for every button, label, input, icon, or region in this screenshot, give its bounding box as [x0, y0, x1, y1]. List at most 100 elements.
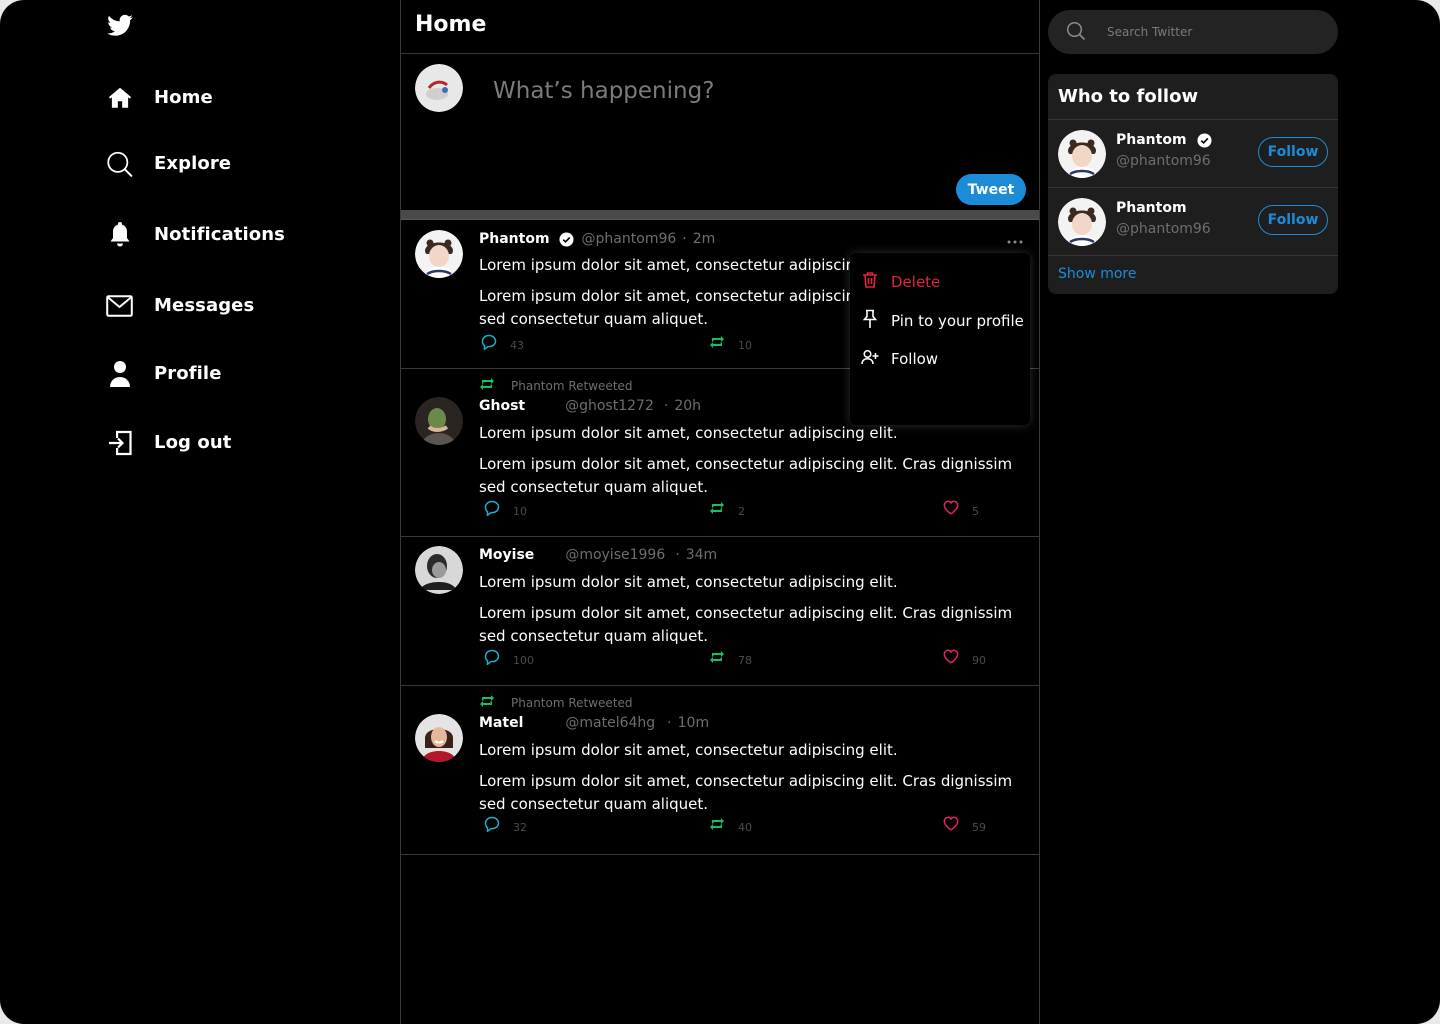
tweet-text: Lorem ipsum dolor sit amet, consectetur …: [479, 256, 898, 274]
reply-count: 10: [513, 504, 527, 518]
heart-icon: [943, 816, 959, 834]
tweet-author-name[interactable]: Ghost: [479, 398, 525, 414]
reply-button[interactable]: 43: [481, 334, 524, 353]
retweet-icon: [479, 376, 495, 395]
account-name-row: Phantom: [1116, 132, 1212, 148]
account-name[interactable]: Phantom: [1116, 200, 1187, 216]
avatar[interactable]: [1058, 198, 1106, 246]
follow-button[interactable]: Follow: [1258, 137, 1328, 167]
tweet-author-name[interactable]: Phantom: [479, 231, 550, 247]
tweet[interactable]: Phantom Retweeted Matel @matel64hg · 10m…: [401, 686, 1039, 855]
reply-button[interactable]: 10: [484, 500, 527, 519]
mail-icon: [106, 292, 133, 319]
account-handle[interactable]: @phantom96: [1116, 221, 1211, 237]
retweet-button[interactable]: 2: [709, 500, 745, 519]
heart-icon: [943, 649, 959, 667]
sidebar-item-home[interactable]: Home: [106, 84, 213, 111]
sidebar-item-logout[interactable]: Log out: [106, 429, 231, 456]
avatar[interactable]: [415, 714, 463, 762]
sidebar-item-label: Log out: [154, 432, 232, 453]
tweet-text: Lorem ipsum dolor sit amet, consectetur …: [479, 604, 1013, 645]
tweet-author-handle[interactable]: @matel64hg: [565, 715, 655, 731]
sidebar-item-messages[interactable]: Messages: [106, 292, 254, 319]
retweeted-by-label[interactable]: Phantom Retweeted: [511, 696, 633, 710]
retweet-count: 78: [738, 653, 752, 667]
tweet-author-handle[interactable]: @ghost1272: [565, 398, 654, 414]
tweet-timestamp[interactable]: 10m: [678, 715, 709, 731]
feed-header: Home: [401, 0, 1039, 54]
tweet-options-menu: Delete Pin to your profile Follow: [850, 253, 1030, 425]
account-name[interactable]: Phantom: [1116, 132, 1187, 148]
compose-input[interactable]: [493, 78, 973, 104]
menu-item-label: Follow: [891, 350, 939, 368]
menu-item-delete[interactable]: Delete: [861, 271, 940, 293]
separator-dot: ·: [675, 547, 680, 563]
tweet-timestamp[interactable]: 20h: [674, 398, 701, 414]
verified-badge-icon: [559, 231, 574, 247]
like-button[interactable]: 59: [943, 816, 986, 834]
like-button[interactable]: 90: [943, 649, 986, 667]
sidebar: Home Explore Notifications Messages Prof: [0, 0, 400, 1024]
retweet-button[interactable]: 78: [709, 649, 752, 668]
tweet-timestamp[interactable]: 2m: [693, 231, 716, 247]
tweet-author-name[interactable]: Moyise: [479, 547, 534, 563]
pin-icon: [861, 309, 879, 333]
sidebar-item-profile[interactable]: Profile: [106, 360, 222, 387]
reply-icon: [484, 500, 500, 519]
tweet-header: Ghost @ghost1272 · 20h: [479, 398, 701, 414]
avatar[interactable]: [415, 397, 463, 445]
avatar[interactable]: [415, 230, 463, 278]
avatar[interactable]: [415, 546, 463, 594]
tweet[interactable]: Moyise @moyise1996 · 34m Lorem ipsum dol…: [401, 537, 1039, 686]
retweet-icon: [709, 500, 725, 519]
more-options-icon[interactable]: [1005, 234, 1025, 248]
retweet-icon: [709, 649, 725, 668]
search-input[interactable]: [1107, 25, 1307, 39]
follow-button[interactable]: Follow: [1258, 205, 1328, 235]
menu-item-pin[interactable]: Pin to your profile: [861, 309, 1024, 333]
tweet-button[interactable]: Tweet: [956, 174, 1026, 205]
person-icon: [106, 360, 133, 387]
account-handle[interactable]: @phantom96: [1116, 153, 1211, 169]
reply-icon: [481, 334, 497, 353]
sidebar-item-notifications[interactable]: Notifications: [106, 221, 285, 248]
tweet-author-handle[interactable]: @phantom96: [582, 231, 677, 247]
show-more-link[interactable]: Show more: [1058, 266, 1137, 282]
retweet-button[interactable]: 40: [709, 816, 752, 835]
tweet-author-name[interactable]: Matel: [479, 715, 523, 731]
like-button[interactable]: 5: [943, 500, 979, 518]
reply-icon: [484, 649, 500, 668]
retweeted-by-label[interactable]: Phantom Retweeted: [511, 379, 633, 393]
reply-icon: [484, 816, 500, 835]
reply-button[interactable]: 32: [484, 816, 527, 835]
retweeted-by-line: Phantom Retweeted: [479, 376, 633, 395]
logout-icon: [106, 429, 133, 456]
account-name-row: Phantom: [1116, 200, 1187, 216]
page-title: Home: [415, 12, 487, 37]
like-count: 90: [972, 653, 986, 667]
tweet-timestamp[interactable]: 34m: [686, 547, 717, 563]
twitter-logo-icon[interactable]: [106, 12, 134, 40]
avatar[interactable]: [415, 64, 463, 112]
retweet-icon: [709, 334, 725, 353]
retweet-count: 10: [738, 338, 752, 352]
tweet-author-handle[interactable]: @moyise1996: [565, 547, 665, 563]
retweet-count: 2: [738, 504, 745, 518]
suggested-account[interactable]: Phantom @phantom96 Follow: [1048, 188, 1338, 256]
tweet-header: Moyise @moyise1996 · 34m: [479, 547, 717, 563]
home-icon: [106, 84, 133, 111]
reply-count: 32: [513, 820, 527, 834]
sidebar-item-explore[interactable]: Explore: [106, 150, 231, 177]
tweet-header: Phantom @phantom96 · 2m: [479, 231, 715, 247]
menu-item-label: Delete: [891, 273, 941, 291]
tweet-composer: Tweet: [401, 54, 1039, 210]
menu-item-follow[interactable]: Follow: [861, 349, 938, 369]
reply-count: 43: [510, 338, 524, 352]
tweet-text: Lorem ipsum dolor sit amet, consectetur …: [479, 741, 898, 759]
avatar[interactable]: [1058, 130, 1106, 178]
tweet-text: Lorem ipsum dolor sit amet, consectetur …: [479, 772, 1013, 813]
suggested-account[interactable]: Phantom @phantom96 Follow: [1048, 120, 1338, 188]
retweet-button[interactable]: 10: [709, 334, 752, 353]
reply-button[interactable]: 100: [484, 649, 534, 668]
separator-dot: ·: [682, 231, 687, 247]
